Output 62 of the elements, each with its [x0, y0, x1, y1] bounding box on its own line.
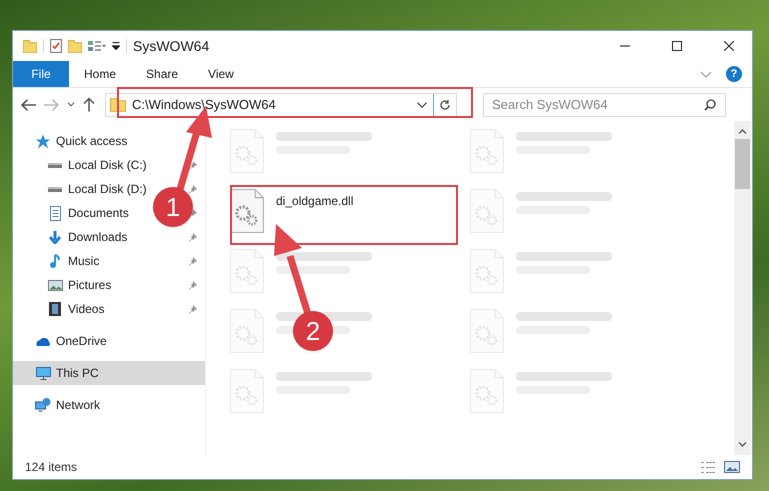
- address-path: C:\Windows\SysWOW64: [132, 96, 276, 114]
- search-icon: [704, 98, 716, 110]
- dropdown-caret-icon[interactable]: [417, 102, 427, 108]
- cloud-icon: [36, 336, 50, 346]
- pin-icon[interactable]: [188, 280, 197, 290]
- back-arrow-icon[interactable]: [21, 98, 36, 110]
- help-button[interactable]: ?: [726, 66, 742, 82]
- search-field[interactable]: Search SysWOW64: [483, 92, 726, 116]
- expand-ribbon-icon[interactable]: [700, 70, 712, 78]
- scrollbar-thumb[interactable]: [735, 139, 750, 189]
- drive-icon: [48, 162, 62, 168]
- gear-file-icon[interactable]: [230, 189, 264, 233]
- nav-item[interactable]: OneDrive: [56, 332, 107, 350]
- download-arrow-icon: [49, 230, 61, 244]
- address-field[interactable]: C:\Windows\SysWOW64: [105, 92, 457, 116]
- recent-caret-icon[interactable]: [67, 102, 75, 107]
- nav-item[interactable]: Local Disk (D:): [68, 180, 147, 198]
- file-tab[interactable]: File: [13, 61, 69, 87]
- pin-icon[interactable]: [188, 160, 197, 170]
- network-icon: [35, 398, 51, 412]
- film-icon: [49, 302, 61, 316]
- item-count: 124 items: [25, 459, 78, 476]
- ribbon-tab[interactable]: Share: [131, 61, 194, 87]
- picture-icon: [48, 280, 62, 290]
- music-note-icon: [50, 254, 60, 268]
- star-icon: [35, 134, 51, 148]
- pin-icon[interactable]: [188, 184, 197, 194]
- ribbon-tab[interactable]: Home: [69, 61, 132, 87]
- pin-icon[interactable]: [188, 232, 197, 242]
- scroll-up-icon[interactable]: [738, 129, 747, 134]
- file-name: di_oldgame.dll: [276, 193, 354, 210]
- pin-icon[interactable]: [188, 256, 197, 266]
- nav-item[interactable]: This PC: [56, 364, 99, 382]
- nav-item[interactable]: Network: [56, 396, 100, 414]
- up-arrow-icon[interactable]: [83, 97, 95, 112]
- large-icons-view-icon[interactable]: [724, 461, 740, 473]
- scrollbar[interactable]: [734, 121, 751, 455]
- nav-item[interactable]: Documents: [68, 204, 129, 222]
- folder-icon[interactable]: [68, 40, 82, 52]
- refresh-icon[interactable]: [439, 98, 451, 110]
- drive-icon: [48, 186, 62, 192]
- nav-item[interactable]: Videos: [68, 300, 104, 318]
- checklist-icon[interactable]: [50, 39, 62, 53]
- pin-icon[interactable]: [188, 304, 197, 314]
- nav-item[interactable]: Downloads: [68, 228, 128, 246]
- close-icon: [724, 41, 734, 51]
- window-title: SysWOW64: [133, 36, 210, 56]
- nav-item[interactable]: Pictures: [68, 276, 112, 294]
- scroll-down-icon[interactable]: [738, 442, 747, 447]
- nav-item[interactable]: Music: [68, 252, 100, 270]
- forward-arrow-icon[interactable]: [44, 98, 59, 110]
- maximize-icon: [672, 41, 682, 51]
- nav-item[interactable]: Quick access: [56, 132, 128, 150]
- details-view-icon[interactable]: [701, 462, 716, 472]
- document-icon: [50, 206, 60, 220]
- minimize-icon: [620, 45, 630, 47]
- list-icon[interactable]: [88, 41, 106, 51]
- dropdown-icon[interactable]: [112, 42, 120, 50]
- nav-item[interactable]: Local Disk (C:): [68, 156, 147, 174]
- ribbon-tab[interactable]: View: [193, 61, 249, 87]
- folder-icon[interactable]: [23, 40, 37, 52]
- monitor-icon: [36, 366, 50, 380]
